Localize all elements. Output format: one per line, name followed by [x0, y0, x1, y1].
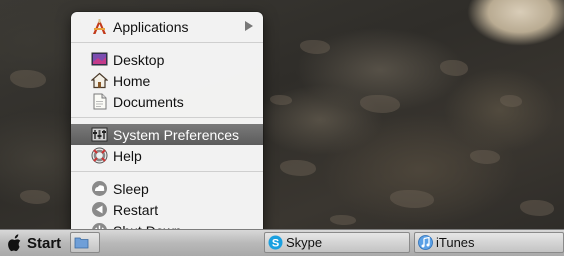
taskbar-item-folder[interactable]	[70, 232, 100, 253]
sleep-icon	[91, 180, 108, 197]
menu-item-label: Sleep	[113, 180, 149, 197]
wallpaper-rock	[270, 95, 292, 105]
menu-item-label: Applications	[113, 18, 189, 35]
system-preferences-icon	[91, 126, 108, 143]
wallpaper-rock	[20, 190, 50, 204]
apple-icon	[4, 233, 24, 253]
wallpaper-rock	[440, 60, 468, 76]
wallpaper-rock	[390, 190, 434, 208]
menu-item-label: Help	[113, 147, 142, 164]
menu-separator	[71, 117, 263, 118]
menu-item-label: Desktop	[113, 51, 165, 68]
wallpaper-rock	[360, 95, 400, 113]
menu-item-home[interactable]: Home	[71, 70, 263, 91]
itunes-icon	[418, 235, 433, 250]
menu-item-label: System Preferences	[113, 126, 240, 143]
menu-separator	[71, 42, 263, 43]
desktop-icon	[91, 51, 108, 68]
taskbar-item-label: Skype	[286, 235, 323, 250]
wallpaper-rock	[280, 160, 316, 176]
home-icon	[91, 72, 108, 89]
wallpaper-rock	[520, 200, 554, 216]
start-menu: Applications Desktop Home Documents Syst…	[71, 12, 263, 241]
menu-item-system-preferences[interactable]: System Preferences	[71, 124, 263, 145]
taskbar-item-itunes[interactable]: iTunes	[414, 232, 564, 253]
menu-item-desktop[interactable]: Desktop	[71, 49, 263, 70]
start-label: Start	[27, 234, 62, 252]
menu-item-help[interactable]: Help	[71, 145, 263, 166]
menu-item-label: Restart	[113, 201, 159, 218]
help-icon	[91, 147, 108, 164]
wallpaper-rock	[330, 215, 356, 225]
taskbar-item-skype[interactable]: S Skype	[264, 232, 410, 253]
wallpaper-rock	[470, 150, 500, 164]
skype-icon: S	[268, 235, 283, 250]
taskbar: Start S Skype iTunes	[0, 229, 564, 256]
menu-separator	[71, 171, 263, 172]
start-button[interactable]: Start	[0, 230, 68, 256]
menu-item-applications[interactable]: Applications	[71, 16, 263, 37]
menu-item-label: Documents	[113, 93, 184, 110]
folder-icon	[74, 235, 89, 250]
menu-item-sleep[interactable]: Sleep	[71, 178, 263, 199]
wallpaper-rock	[10, 70, 46, 88]
menu-item-restart[interactable]: Restart	[71, 199, 263, 220]
applications-icon	[91, 18, 108, 35]
menu-item-label: Home	[113, 72, 151, 89]
svg-text:S: S	[272, 238, 279, 250]
menu-item-documents[interactable]: Documents	[71, 91, 263, 112]
restart-icon	[91, 201, 108, 218]
desktop: Applications Desktop Home Documents Syst…	[0, 0, 564, 256]
documents-icon	[91, 93, 108, 110]
taskbar-item-label: iTunes	[436, 235, 475, 250]
submenu-arrow-icon	[245, 21, 253, 31]
wallpaper-rock	[500, 95, 522, 107]
wallpaper-rock	[300, 40, 330, 54]
